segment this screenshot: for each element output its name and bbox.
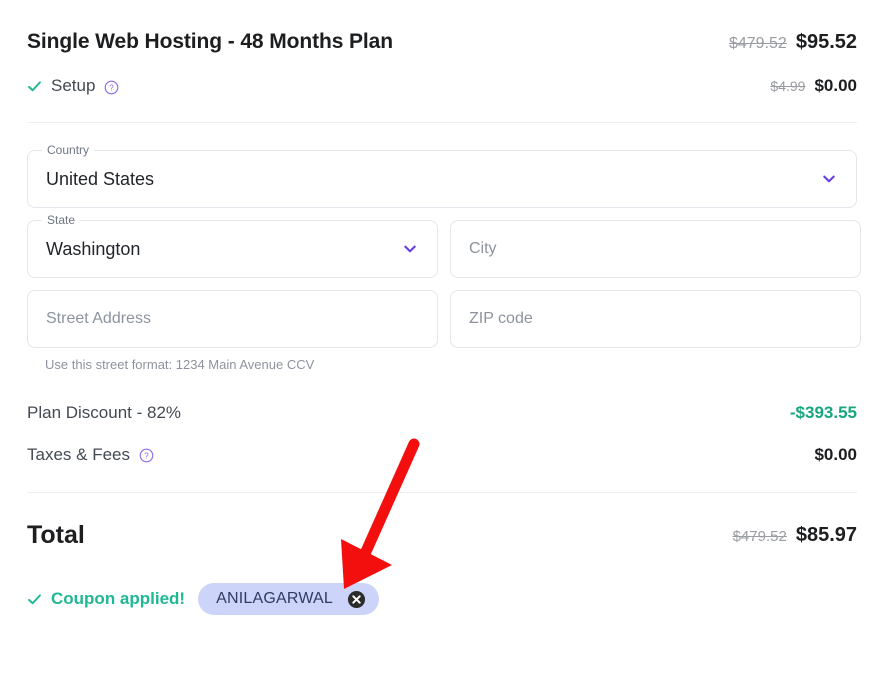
coupon-chip[interactable]: ANILAGARWAL bbox=[198, 583, 379, 615]
setup-row: Setup ? $4.99 $0.00 bbox=[27, 74, 857, 98]
city-input[interactable]: City bbox=[450, 220, 861, 278]
plan-price-group: $479.52 $95.52 bbox=[729, 31, 857, 54]
street-address-placeholder: Street Address bbox=[46, 310, 151, 327]
plan-discount-label: Plan Discount - 82% bbox=[27, 402, 182, 422]
total-price-group: $479.52 $85.97 bbox=[733, 524, 857, 547]
state-select[interactable]: State Washington bbox=[27, 213, 438, 278]
chevron-down-icon bbox=[820, 170, 838, 188]
setup-price-original: $4.99 bbox=[770, 78, 806, 94]
close-circle-icon[interactable] bbox=[347, 590, 366, 609]
setup-label: Setup bbox=[51, 76, 96, 95]
total-row: Total $479.52 $85.97 bbox=[27, 518, 857, 552]
country-label: Country bbox=[42, 143, 95, 157]
state-label: State bbox=[42, 213, 81, 227]
plan-discount-row: Plan Discount - 82% -$393.55 bbox=[27, 399, 857, 426]
check-icon bbox=[27, 592, 42, 607]
taxes-fees-value: $0.00 bbox=[814, 444, 857, 464]
svg-text:?: ? bbox=[144, 452, 149, 461]
coupon-code: ANILAGARWAL bbox=[216, 590, 333, 607]
coupon-applied-label: Coupon applied! bbox=[51, 589, 186, 608]
divider-top bbox=[27, 122, 857, 123]
chevron-down-icon bbox=[401, 240, 419, 258]
summary-section: Plan Discount - 82% -$393.55 Taxes & Fee… bbox=[27, 399, 857, 468]
street-format-hint: Use this street format: 1234 Main Avenue… bbox=[45, 357, 315, 372]
plan-discount-value: -$393.55 bbox=[789, 402, 857, 422]
info-circle-icon[interactable]: ? bbox=[139, 448, 154, 463]
state-city-row: State Washington City bbox=[27, 213, 861, 278]
country-select[interactable]: Country United States bbox=[27, 143, 857, 208]
setup-price-group: $4.99 $0.00 bbox=[770, 76, 857, 96]
address-form: Country United States State Washington C… bbox=[27, 143, 861, 372]
plan-title: Single Web Hosting - 48 Months Plan bbox=[27, 30, 393, 53]
country-row: Country United States bbox=[27, 143, 857, 208]
state-value: Washington bbox=[46, 239, 141, 259]
plan-price-current: $95.52 bbox=[795, 30, 857, 53]
plan-header-row: Single Web Hosting - 48 Months Plan $479… bbox=[27, 27, 857, 57]
total-price-original: $479.52 bbox=[732, 527, 787, 545]
setup-price-current: $0.00 bbox=[814, 76, 857, 95]
check-icon bbox=[27, 79, 42, 94]
country-value: United States bbox=[46, 169, 155, 189]
plan-price-original: $479.52 bbox=[728, 34, 787, 52]
zip-code-input[interactable]: ZIP code bbox=[450, 290, 861, 348]
svg-text:?: ? bbox=[110, 83, 115, 92]
info-circle-icon[interactable]: ? bbox=[104, 80, 119, 95]
taxes-fees-row: Taxes & Fees ? $0.00 bbox=[27, 441, 857, 468]
zip-code-placeholder: ZIP code bbox=[469, 310, 533, 327]
checkout-summary-panel: Single Web Hosting - 48 Months Plan $479… bbox=[0, 0, 884, 684]
setup-left-group: Setup ? bbox=[27, 76, 119, 96]
coupon-row: Coupon applied! ANILAGARWAL bbox=[27, 583, 857, 615]
coupon-applied-status: Coupon applied! bbox=[27, 589, 185, 609]
total-price-current: $85.97 bbox=[795, 523, 857, 546]
taxes-fees-label: Taxes & Fees bbox=[27, 444, 130, 464]
total-label: Total bbox=[27, 520, 85, 549]
divider-bottom bbox=[27, 492, 857, 493]
city-placeholder: City bbox=[469, 240, 497, 257]
street-zip-row: Street Address ZIP code bbox=[27, 290, 861, 348]
taxes-fees-label-group: Taxes & Fees ? bbox=[27, 445, 154, 465]
street-address-input[interactable]: Street Address bbox=[27, 290, 438, 348]
